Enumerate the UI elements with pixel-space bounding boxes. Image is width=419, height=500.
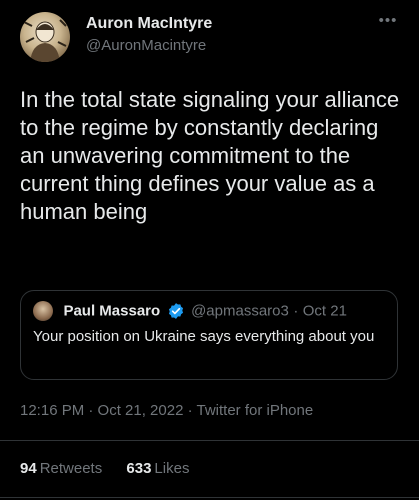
quoted-tweet[interactable]: Paul Massaro @apmassaro3 · Oct 21 Your p… xyxy=(20,290,398,380)
quoted-author-avatar xyxy=(33,301,53,321)
tweet-text: In the total state signaling your allian… xyxy=(20,87,400,224)
likes-stat[interactable]: 633 Likes xyxy=(126,460,189,477)
likes-count: 633 xyxy=(126,460,152,477)
tweet: Auron MacIntyre @AuronMacintyre ••• In t… xyxy=(0,0,419,500)
quoted-tweet-header: Paul Massaro @apmassaro3 · Oct 21 xyxy=(33,301,347,323)
more-dots-icon[interactable]: ••• xyxy=(376,13,400,30)
tweet-timestamp[interactable]: 12:16 PM · Oct 21, 2022 · Twitter for iP… xyxy=(20,402,313,419)
retweets-count: 94 xyxy=(20,460,37,477)
likes-label: Likes xyxy=(154,460,190,477)
quoted-tweet-text: Your position on Ukraine says everything… xyxy=(33,328,375,345)
author-handle[interactable]: @AuronMacintyre xyxy=(86,36,212,56)
divider xyxy=(0,497,419,498)
retweets-label: Retweets xyxy=(39,460,103,477)
author-names: Auron MacIntyre @AuronMacintyre xyxy=(86,14,212,56)
profile-avatar[interactable] xyxy=(20,12,70,62)
author-display-name[interactable]: Auron MacIntyre xyxy=(86,14,212,34)
quoted-tweet-date: Oct 21 xyxy=(302,302,347,320)
quoted-author-handle: @apmassaro3 xyxy=(191,302,289,320)
engagement-stats: 94 Retweets 633 Likes xyxy=(20,460,189,477)
quoted-separator: · xyxy=(293,302,299,320)
divider xyxy=(0,440,419,441)
retweets-stat[interactable]: 94 Retweets xyxy=(20,460,102,477)
tweet-header: Auron MacIntyre @AuronMacintyre ••• xyxy=(20,12,400,68)
quoted-author-name: Paul Massaro xyxy=(63,302,161,320)
verified-badge-icon xyxy=(168,303,183,319)
